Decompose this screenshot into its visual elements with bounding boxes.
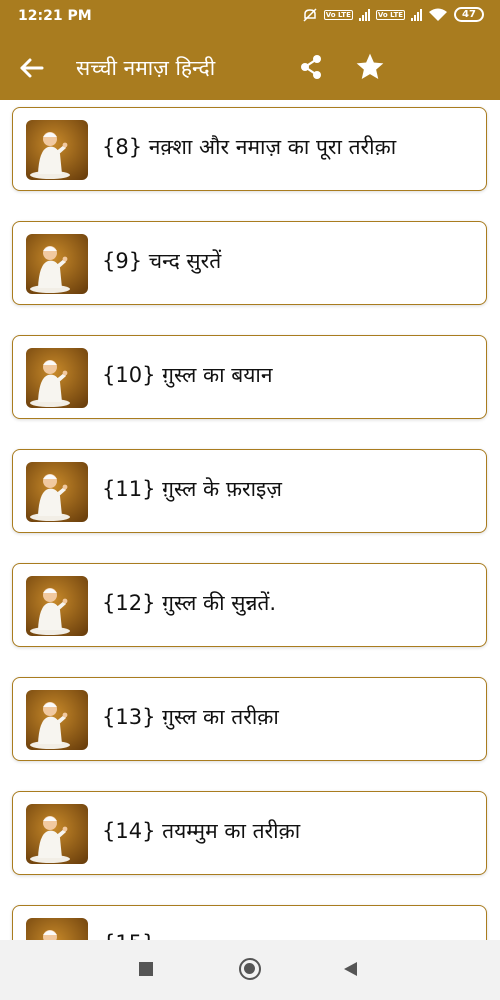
list-item[interactable]: {12} ग़ुस्ल की सुन्नतें. bbox=[12, 563, 487, 647]
praying-boy-thumbnail bbox=[26, 348, 88, 408]
list-item[interactable]: {15} ... bbox=[12, 905, 487, 940]
praying-boy-thumbnail bbox=[26, 918, 88, 940]
list-item[interactable]: {9} चन्द सुरतें bbox=[12, 221, 487, 305]
toolbar: सच्ची नमाज़ हिन्दी bbox=[0, 40, 500, 96]
list-item[interactable]: {14} तयम्मुम का तरीक़ा bbox=[12, 791, 487, 875]
mute-icon bbox=[303, 7, 317, 22]
arrow-left-icon[interactable] bbox=[16, 52, 48, 84]
list-item[interactable]: {11} ग़ुस्ल के फ़राइज़ bbox=[12, 449, 487, 533]
praying-boy-thumbnail bbox=[26, 576, 88, 636]
list-item-label: {10} ग़ुस्ल का बयान bbox=[102, 363, 273, 387]
page-title: सच्ची नमाज़ हिन्दी bbox=[76, 56, 216, 80]
circle-icon[interactable] bbox=[239, 958, 261, 980]
praying-boy-thumbnail bbox=[26, 690, 88, 750]
app-bar: 12:21 PM Vo LTE Vo LTE 47 सच्ची नमाज़ हि… bbox=[0, 0, 500, 100]
praying-boy-thumbnail bbox=[26, 234, 88, 294]
list-item-label: {9} चन्द सुरतें bbox=[102, 249, 222, 273]
square-icon[interactable] bbox=[139, 962, 153, 976]
list-item-label: {13} ग़ुस्ल का तरीक़ा bbox=[102, 705, 279, 729]
system-nav-bar bbox=[0, 940, 500, 1000]
share-icon[interactable] bbox=[296, 52, 326, 82]
wifi-icon bbox=[429, 8, 447, 21]
status-icons: Vo LTE Vo LTE 47 bbox=[302, 7, 484, 22]
signal-icon bbox=[358, 8, 370, 21]
list-item-label: {14} तयम्मुम का तरीक़ा bbox=[102, 819, 301, 843]
list-item-label: {11} ग़ुस्ल के फ़राइज़ bbox=[102, 477, 282, 501]
list-item[interactable]: {8} नक़्शा और नमाज़ का पूरा तरीक़ा bbox=[12, 107, 487, 191]
battery-indicator: 47 bbox=[454, 7, 484, 22]
list-item-label: {8} नक़्शा और नमाज़ का पूरा तरीक़ा bbox=[102, 135, 397, 159]
star-icon[interactable] bbox=[354, 51, 386, 83]
list-item[interactable]: {13} ग़ुस्ल का तरीक़ा bbox=[12, 677, 487, 761]
list-item-label: {15} ... bbox=[102, 931, 182, 940]
signal-icon-2 bbox=[411, 8, 422, 21]
status-bar: 12:21 PM Vo LTE Vo LTE 47 bbox=[0, 0, 500, 32]
praying-boy-thumbnail bbox=[26, 804, 88, 864]
list-item[interactable]: {10} ग़ुस्ल का बयान bbox=[12, 335, 487, 419]
list-item-label: {12} ग़ुस्ल की सुन्नतें. bbox=[102, 591, 277, 615]
volte-badge-2: Vo LTE bbox=[375, 9, 405, 20]
status-time: 12:21 PM bbox=[18, 8, 92, 24]
chapter-list: {8} नक़्शा और नमाज़ का पूरा तरीक़ा {9} चन… bbox=[0, 100, 500, 940]
praying-boy-thumbnail bbox=[26, 120, 88, 180]
volte-badge: Vo LTE bbox=[323, 9, 353, 20]
triangle-back-icon[interactable] bbox=[344, 962, 357, 976]
praying-boy-thumbnail bbox=[26, 462, 88, 522]
